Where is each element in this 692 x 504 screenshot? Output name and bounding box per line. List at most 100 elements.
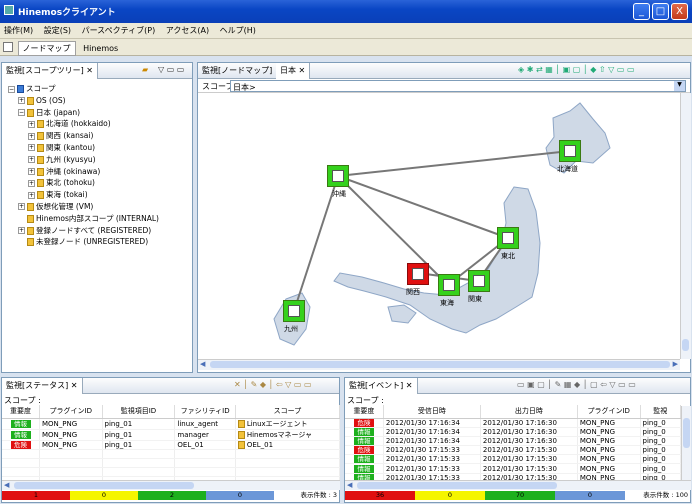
column-header[interactable]: スコープ [235,405,341,419]
menu-help[interactable]: ヘルプ(H) [216,23,260,38]
column-header[interactable]: 重要度 [2,405,40,419]
item-value: ping_0 [642,436,666,445]
expand-icon[interactable]: + [18,227,25,235]
tree-item[interactable]: − 日本 (japan) [8,107,192,119]
map-node-3[interactable] [407,263,429,285]
table-row[interactable]: 情報 MON_PNG ping_01 manager Hinemosマネージャ [2,429,341,441]
expand-icon[interactable]: + [28,168,35,176]
status-toolbar-icons[interactable]: ✕ │ ✎ ◆ │ ⇦ ▽ ▭ ▭ [234,380,312,389]
chevron-down-icon[interactable]: ▼ [674,81,685,91]
event-hscroll-thumb[interactable] [357,482,557,489]
tree-item[interactable]: 未登録ノード (UNREGISTERED) [8,236,192,248]
expand-icon[interactable]: + [28,156,35,164]
table-row[interactable]: 情報 2012/01/30 17:16:34 2012/01/30 17:16:30… [345,436,682,447]
map-node-4[interactable] [438,274,460,296]
map-canvas[interactable]: 沖縄 北海道 東北 関西 東海 関東 九州 [198,93,680,350]
tree-item[interactable]: + 九州 (kyusyu) [8,154,192,166]
tree-item[interactable]: − スコープ [8,83,192,95]
collapse-icon[interactable]: − [18,109,25,117]
map-vscrollbar[interactable] [680,93,691,359]
status-hscrollbar[interactable]: ◀ [2,480,340,490]
collapse-icon[interactable]: − [8,85,15,93]
tree-item[interactable]: + OS (OS) [8,95,192,107]
japan-tab[interactable]: 日本 ✕ [276,63,311,79]
tree-item[interactable]: + 関東 (kantou) [8,142,192,154]
map-hscroll-thumb[interactable] [210,361,670,368]
event-toolbar-icons[interactable]: ▭ ▣ ▢ │ ✎ ▦ ◆ │ ▢ ⇦ ▽ ▭ ▭ [517,380,636,389]
column-header[interactable]: プラグインID [39,405,103,419]
menu-access[interactable]: アクセス(A) [162,23,213,38]
menu-operation[interactable]: 操作(M) [0,23,37,38]
status-tab[interactable]: 監視[ステータス] ✕ [2,378,83,394]
close-button[interactable]: X [671,3,688,20]
minimize-button[interactable]: _ [633,3,650,20]
open-perspective-icon[interactable] [3,42,13,52]
map-vscroll-thumb[interactable] [682,339,689,351]
map-node-1[interactable] [559,140,581,162]
tree-item[interactable]: + 東海 (tokai) [8,189,192,201]
expand-icon[interactable]: + [28,191,35,199]
column-header[interactable]: 受信日時 [383,405,481,419]
column-header[interactable]: 監視 [640,405,682,419]
expand-icon[interactable]: + [28,120,35,128]
view-menu-icon[interactable]: ▽ ▭ ▭ [158,65,184,74]
perspective-nodemap[interactable]: ノードマップ [17,41,76,56]
event-vscrollbar[interactable] [681,406,691,480]
map-node-5[interactable] [468,270,490,292]
expand-icon[interactable]: + [28,179,35,187]
map-toolbar-icons[interactable]: ◈ ✱ ⇄ ▦ │ ▣ ▢ │ ◆ ⇧ ▽ ▭ ▭ [518,65,635,74]
recv-value: 2012/01/30 17:16:34 [385,427,460,436]
scope-select[interactable]: 日本> ▼ [230,80,686,92]
tree-item[interactable]: Hinemos内部スコープ (INTERNAL) [8,213,192,225]
scope-tree-tab[interactable]: 監視[スコープツリー] ✕ [2,63,99,79]
tree-item[interactable]: + 東北 (tohoku) [8,177,192,189]
expand-icon[interactable]: + [18,203,25,211]
tree-item[interactable]: + 沖縄 (okinawa) [8,166,192,178]
scope-value: Hinemosマネージャ [246,430,313,439]
event-hscrollbar[interactable]: ◀ [345,480,691,490]
table-row[interactable]: 危険 MON_PNG ping_01 OEL_01 OEL_01 [2,440,341,450]
column-header[interactable]: 監視項目ID [102,405,176,419]
status-hscroll-thumb[interactable] [14,482,194,489]
tree-item-label: スコープ [26,84,56,93]
map-hscrollbar[interactable]: ◀ ▶ [198,359,680,370]
table-row[interactable]: 危険 2012/01/30 17:16:34 2012/01/30 17:16:30… [345,418,682,428]
tree-item[interactable]: + 関西 (kansai) [8,130,192,142]
maximize-button[interactable]: □ [652,3,669,20]
column-header[interactable]: ファシリティID [174,405,236,419]
map-node-2[interactable] [497,227,519,249]
column-header[interactable]: 重要度 [345,405,384,419]
menu-perspective[interactable]: パースペクティブ(P) [78,23,160,38]
folder-icon[interactable]: ▰ [142,65,148,74]
column-header[interactable]: プラグインID [577,405,641,419]
map-node-6[interactable] [283,300,305,322]
expand-icon[interactable]: + [28,132,35,140]
status-table: 重要度 プラグインID 監視項目ID ファシリティID スコープ 情報 MON_PNG pi… [2,405,341,487]
item-cell: ping_0 [640,427,682,437]
scroll-right-icon[interactable]: ▶ [673,360,678,368]
table-row[interactable]: 情報 2012/01/30 17:15:33 2012/01/30 17:15:30… [345,454,682,465]
scroll-left-icon[interactable]: ◀ [200,360,205,368]
node-map-tab[interactable]: 監視[ノードマップ] [198,63,278,79]
scope-folder-icon [37,155,44,164]
item-value: ping_01 [104,430,133,439]
table-row[interactable]: 情報 2012/01/30 17:15:33 2012/01/30 17:15:30… [345,463,682,474]
perspective-hinemos[interactable]: Hinemos [78,42,123,55]
expand-icon[interactable]: + [28,144,35,152]
facility-value: manager [177,430,209,439]
table-row[interactable]: 危険 2012/01/30 17:15:33 2012/01/30 17:15:30… [345,445,682,456]
tree-item[interactable]: + 仮想化管理 (VM) [8,201,192,213]
table-row[interactable]: 情報 2012/01/30 17:16:34 2012/01/30 17:16:30… [345,427,682,437]
event-tab[interactable]: 監視[イベント] ✕ [345,378,418,394]
tree-item[interactable]: + 北海道 (hokkaido) [8,118,192,130]
scroll-left-icon[interactable]: ◀ [4,481,9,489]
column-header[interactable]: 出力日時 [480,405,578,419]
menu-settings[interactable]: 設定(S) [40,23,75,38]
table-row[interactable]: 情報 MON_PNG ping_01 linux_agent Linuxエージェント [2,418,341,430]
expand-icon[interactable]: + [18,97,25,105]
scroll-left-icon[interactable]: ◀ [347,481,352,489]
event-vscroll-thumb[interactable] [683,418,690,448]
server-icon [443,279,455,291]
map-node-0[interactable] [327,165,349,187]
tree-item[interactable]: + 登録ノードすべて (REGISTERED) [8,225,192,237]
